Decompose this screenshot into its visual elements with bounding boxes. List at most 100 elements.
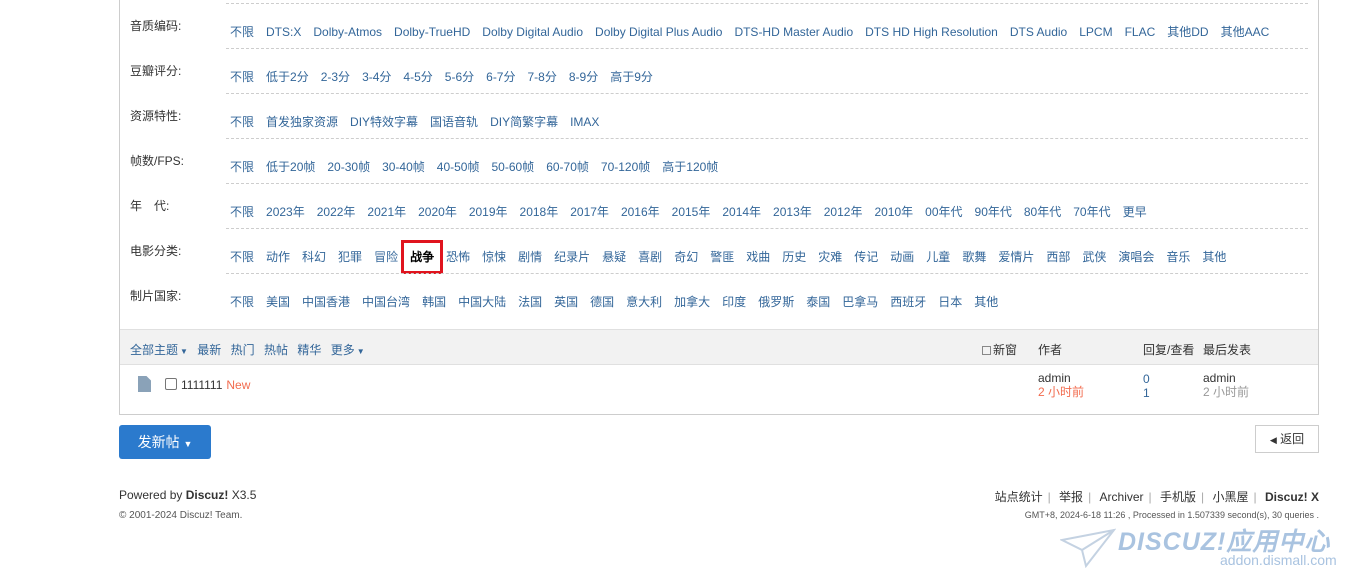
filter-option[interactable]: 不限 <box>230 204 254 220</box>
new-post-button[interactable]: 发新帖 ▼ <box>119 425 211 459</box>
filter-option[interactable]: 4-5分 <box>403 69 432 85</box>
filter-option[interactable]: 历史 <box>782 249 806 265</box>
filter-option[interactable]: 加拿大 <box>674 294 710 310</box>
footer-link-archiver[interactable]: Archiver <box>1100 490 1144 504</box>
filter-option[interactable]: 2016年 <box>621 204 660 220</box>
filter-option[interactable]: 2020年 <box>418 204 457 220</box>
filter-option[interactable]: 首发独家资源 <box>266 114 338 130</box>
filter-option[interactable]: 恐怖 <box>446 249 470 265</box>
filter-option[interactable]: 意大利 <box>626 294 662 310</box>
filter-option[interactable]: 8-9分 <box>569 69 598 85</box>
filter-option[interactable]: 传记 <box>854 249 878 265</box>
last-author[interactable]: admin <box>1203 371 1249 385</box>
filter-option[interactable]: Dolby-Atmos <box>313 24 382 40</box>
filter-option[interactable]: 7-8分 <box>528 69 557 85</box>
filter-option[interactable]: 40-50帧 <box>437 159 480 175</box>
filter-option[interactable]: 2010年 <box>874 204 913 220</box>
tab-all-threads[interactable]: 全部主题 ▼ <box>130 343 188 357</box>
tab-hot[interactable]: 热门 <box>231 343 255 357</box>
filter-option[interactable]: 其他AAC <box>1221 24 1270 40</box>
filter-option[interactable]: 灾难 <box>818 249 842 265</box>
footer-link-report[interactable]: 举报 <box>1059 490 1083 504</box>
filter-option[interactable]: Dolby Digital Audio <box>482 24 583 40</box>
filter-option[interactable]: DTS Audio <box>1010 24 1067 40</box>
filter-option[interactable]: 60-70帧 <box>546 159 589 175</box>
filter-option[interactable]: 2022年 <box>317 204 356 220</box>
filter-option[interactable]: Dolby-TrueHD <box>394 24 470 40</box>
filter-option[interactable]: 战争 <box>401 240 444 274</box>
filter-option[interactable]: 更早 <box>1123 204 1147 220</box>
new-window-checkbox[interactable]: 新窗 <box>982 341 1017 358</box>
filter-option[interactable]: 奇幻 <box>674 249 698 265</box>
filter-option[interactable]: 歌舞 <box>962 249 986 265</box>
filter-option[interactable]: 90年代 <box>975 204 1012 220</box>
tab-digest[interactable]: 精华 <box>297 343 321 357</box>
document-icon[interactable] <box>138 376 151 392</box>
filter-option[interactable]: 不限 <box>230 249 254 265</box>
filter-option[interactable]: 中国大陆 <box>458 294 506 310</box>
filter-option[interactable]: 悬疑 <box>602 249 626 265</box>
powered-brand-link[interactable]: Discuz! <box>186 488 229 502</box>
filter-option[interactable]: 2013年 <box>773 204 812 220</box>
filter-option[interactable]: 20-30帧 <box>327 159 370 175</box>
tab-latest[interactable]: 最新 <box>197 343 221 357</box>
filter-option[interactable]: DIY简繁字幕 <box>490 114 558 130</box>
filter-option[interactable]: 其他 <box>1202 249 1226 265</box>
filter-option[interactable]: 2-3分 <box>321 69 350 85</box>
filter-option[interactable]: DIY特效字幕 <box>350 114 418 130</box>
footer-link-blacklist[interactable]: 小黑屋 <box>1213 490 1249 504</box>
filter-option[interactable]: 2023年 <box>266 204 305 220</box>
footer-brand[interactable]: Discuz! X <box>1265 490 1319 504</box>
author-name[interactable]: admin <box>1038 371 1084 385</box>
filter-option[interactable]: 2012年 <box>824 204 863 220</box>
filter-option[interactable]: 中国台湾 <box>362 294 410 310</box>
filter-option[interactable]: 音乐 <box>1166 249 1190 265</box>
tab-hot-posts[interactable]: 热帖 <box>264 343 288 357</box>
filter-option[interactable]: 3-4分 <box>362 69 391 85</box>
footer-link-mobile[interactable]: 手机版 <box>1160 490 1196 504</box>
filter-option[interactable]: 2021年 <box>367 204 406 220</box>
filter-option[interactable]: 低于20帧 <box>266 159 315 175</box>
filter-option[interactable]: 2019年 <box>469 204 508 220</box>
filter-option[interactable]: 纪录片 <box>554 249 590 265</box>
filter-option[interactable]: 00年代 <box>925 204 962 220</box>
filter-option[interactable]: 儿童 <box>926 249 950 265</box>
filter-option[interactable]: 50-60帧 <box>491 159 534 175</box>
thread-title-link[interactable]: 1111111 <box>181 378 222 392</box>
filter-option[interactable]: 俄罗斯 <box>758 294 794 310</box>
filter-option[interactable]: DTS-HD Master Audio <box>734 24 853 40</box>
filter-option[interactable]: 德国 <box>590 294 614 310</box>
filter-option[interactable]: 中国香港 <box>302 294 350 310</box>
filter-option[interactable]: DTS HD High Resolution <box>865 24 998 40</box>
filter-option[interactable]: 爱情片 <box>998 249 1034 265</box>
filter-option[interactable]: 低于2分 <box>266 69 309 85</box>
filter-option[interactable]: 2017年 <box>570 204 609 220</box>
filter-option[interactable]: 国语音轨 <box>430 114 478 130</box>
filter-option[interactable]: 日本 <box>938 294 962 310</box>
last-time[interactable]: 2 小时前 <box>1203 385 1249 399</box>
filter-option[interactable]: 80年代 <box>1024 204 1061 220</box>
filter-option[interactable]: 其他DD <box>1167 24 1208 40</box>
filter-option[interactable]: 6-7分 <box>486 69 515 85</box>
filter-option[interactable]: 演唱会 <box>1118 249 1154 265</box>
filter-option[interactable]: 5-6分 <box>445 69 474 85</box>
filter-option[interactable]: 不限 <box>230 69 254 85</box>
filter-option[interactable]: 2014年 <box>722 204 761 220</box>
filter-option[interactable]: 高于9分 <box>610 69 653 85</box>
filter-option[interactable]: 2018年 <box>520 204 559 220</box>
filter-option[interactable]: 西班牙 <box>890 294 926 310</box>
filter-option[interactable]: 不限 <box>230 159 254 175</box>
filter-option[interactable]: 英国 <box>554 294 578 310</box>
filter-option[interactable]: LPCM <box>1079 24 1112 40</box>
filter-option[interactable]: 泰国 <box>806 294 830 310</box>
filter-option[interactable]: FLAC <box>1125 24 1156 40</box>
filter-option[interactable]: 2015年 <box>672 204 711 220</box>
filter-option[interactable]: 喜剧 <box>638 249 662 265</box>
filter-option[interactable]: 70年代 <box>1073 204 1110 220</box>
filter-option[interactable]: 不限 <box>230 294 254 310</box>
thread-checkbox[interactable] <box>165 378 177 390</box>
tab-more[interactable]: 更多 ▼ <box>331 343 365 357</box>
filter-option[interactable]: 不限 <box>230 24 254 40</box>
filter-option[interactable]: 巴拿马 <box>842 294 878 310</box>
filter-option[interactable]: IMAX <box>570 114 599 130</box>
